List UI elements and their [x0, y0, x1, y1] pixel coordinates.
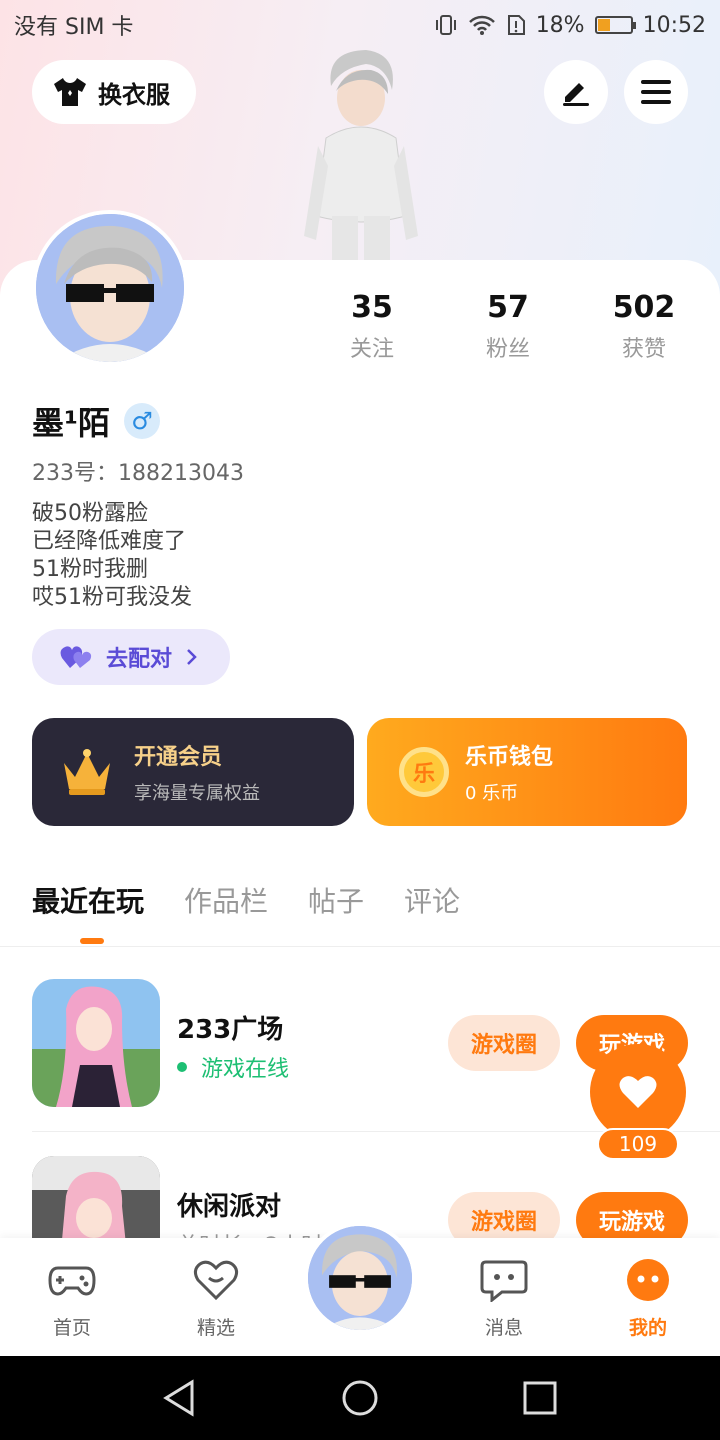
vip-card[interactable]: 开通会员 享海量专属权益 [32, 718, 354, 826]
hamburger-icon [641, 80, 671, 104]
chevron-right-icon [187, 649, 197, 665]
center-avatar-button[interactable] [304, 1222, 416, 1334]
game-status: 游戏在线 [177, 1051, 289, 1083]
system-navigation-bar [0, 1356, 720, 1440]
bio-line: 哎51粉可我没发 [32, 585, 192, 610]
bio-line: 51粉时我删 [32, 557, 148, 582]
match-button[interactable]: 去配对 [32, 629, 230, 685]
vip-title: 开通会员 [134, 745, 223, 770]
gamepad-icon [48, 1266, 96, 1296]
nav-featured[interactable]: 精选 [166, 1258, 266, 1340]
avatar-face-image [308, 1226, 412, 1330]
profile-tabs: 最近在玩 作品栏 帖子 评论 [32, 880, 460, 944]
fans-count: 57 [487, 290, 529, 325]
likes-label: 获赞 [621, 337, 666, 362]
sim-alert-icon [507, 15, 525, 35]
home-icon[interactable] [340, 1378, 380, 1418]
like-count-badge: 109 [597, 1128, 679, 1160]
nav-messages-label: 消息 [484, 1317, 523, 1339]
status-bar: 没有 SIM 卡 18% 10:52 [0, 0, 720, 50]
match-label: 去配对 [106, 647, 173, 672]
nav-messages[interactable]: 消息 [454, 1258, 554, 1340]
game-circle-button[interactable]: 游戏圈 [448, 1015, 560, 1071]
bio-line: 破50粉露脸 [32, 501, 148, 526]
vibrate-icon [435, 15, 456, 35]
message-icon [480, 1260, 528, 1304]
shirt-icon [54, 78, 86, 106]
carrier-label: 没有 SIM 卡 [14, 15, 134, 40]
pen-icon [563, 83, 589, 106]
likes-count: 502 [612, 290, 676, 325]
vip-subtitle: 享海量专属权益 [134, 783, 260, 804]
recents-icon[interactable] [520, 1378, 560, 1418]
clock: 10:52 [642, 12, 706, 38]
tab-recent-play[interactable]: 最近在玩 [32, 880, 144, 944]
nav-home[interactable]: 首页 [22, 1258, 122, 1340]
stat-fans[interactable]: 57 粉丝 [448, 290, 568, 363]
edit-profile-button[interactable] [544, 60, 608, 124]
wallet-balance: 0 乐币 [465, 783, 519, 804]
battery-percent: 18% [535, 12, 585, 38]
bio-text: 破50粉露脸 已经降低难度了 51粉时我删 哎51粉可我没发 [32, 500, 192, 612]
change-outfit-button[interactable]: 换衣服 [32, 60, 196, 124]
game-title: 233广场 [177, 1015, 284, 1045]
profile-face-icon [627, 1259, 669, 1301]
user-id: 233号：188213043 [32, 461, 244, 486]
nav-home-label: 首页 [52, 1317, 91, 1339]
crown-icon [64, 749, 110, 795]
game-title: 休闲派对 [177, 1192, 282, 1222]
like-floating-button[interactable] [590, 1044, 686, 1140]
stat-following[interactable]: 35 关注 [312, 290, 432, 363]
heart-chat-icon [193, 1260, 239, 1301]
fans-label: 粉丝 [485, 337, 530, 362]
back-icon[interactable] [160, 1378, 200, 1418]
username: 墨¹陌 [32, 404, 111, 442]
nav-me[interactable]: 我的 [598, 1258, 698, 1340]
change-outfit-label: 换衣服 [98, 80, 170, 109]
bio-line: 已经降低难度了 [32, 529, 187, 554]
username-row: 墨¹陌 ♂ [32, 398, 161, 444]
nav-me-label: 我的 [628, 1317, 667, 1339]
following-label: 关注 [349, 337, 394, 362]
tabs-divider [0, 946, 720, 947]
avatar-character-figure[interactable] [296, 46, 426, 260]
wifi-icon [468, 15, 495, 35]
online-dot [177, 1062, 187, 1072]
wallet-title: 乐币钱包 [465, 745, 554, 770]
game-icon-image [32, 979, 160, 1107]
avatar-face-image [36, 214, 184, 362]
menu-button[interactable] [624, 60, 688, 124]
male-gender-icon: ♂ [124, 403, 161, 439]
following-count: 35 [351, 290, 393, 325]
double-heart-icon [60, 646, 92, 668]
battery-icon [594, 16, 636, 34]
wallet-card[interactable]: 乐 乐币钱包 0 乐币 [367, 718, 687, 826]
coin-icon: 乐 [399, 747, 449, 797]
tab-comments[interactable]: 评论 [404, 880, 460, 920]
game-status-text: 游戏在线 [201, 1057, 290, 1082]
tab-posts[interactable]: 帖子 [308, 880, 364, 920]
nav-featured-label: 精选 [196, 1317, 235, 1339]
stat-likes[interactable]: 502 获赞 [584, 290, 704, 363]
tab-works[interactable]: 作品栏 [184, 880, 268, 920]
heart-icon [619, 1076, 657, 1108]
profile-avatar[interactable] [32, 210, 188, 366]
